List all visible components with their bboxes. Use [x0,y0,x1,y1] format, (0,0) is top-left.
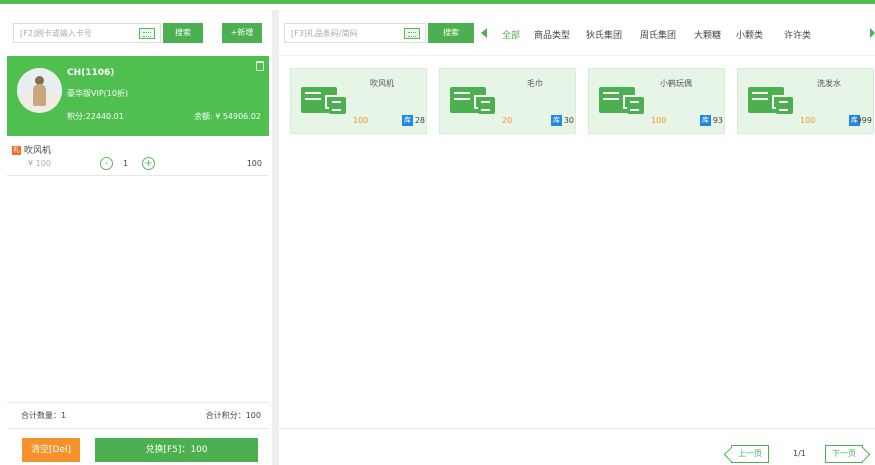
category-tab[interactable]: 商品类型 [534,28,570,41]
category-tab[interactable]: 大颗糖 [694,28,721,41]
gift-card-icon [329,97,346,114]
product-card[interactable]: 洗发水 100 库 999 [737,68,874,134]
product-points: 20 [502,116,513,125]
divider [7,175,269,176]
card-number-placeholder: [F2]刷卡或输入卡号 [20,29,92,38]
top-accent-bar [0,0,875,4]
divider [279,55,875,56]
product-name: 小鹤玩偶 [660,79,692,88]
product-points: 100 [800,116,816,125]
total-points: 合计积分：100 [205,411,261,420]
gift-icon: 礼 [12,146,21,155]
gift-panel: [F3]礼品条码/简码 搜索 全部 商品类型 狄氏集团 周氏集团 大颗糖 小颗类… [279,10,875,465]
cart-item-total: 100 [246,159,262,168]
product-name: 洗发水 [817,79,841,88]
product-card[interactable]: 毛巾 20 库 30 [439,68,576,134]
category-prev-icon[interactable] [481,28,487,38]
product-points: 100 [353,116,369,125]
panel-divider [272,10,279,465]
member-balance: 余额: ¥ 54906.02 [193,112,261,121]
product-stock: 28 [414,116,425,125]
delete-icon[interactable] [256,61,264,71]
qty-value: 1 [123,159,129,168]
card-number-input[interactable]: [F2]刷卡或输入卡号 [13,23,161,43]
page-indicator: 1/1 [793,449,806,458]
category-tab[interactable]: 小颗类 [736,28,763,41]
product-stock: 999 [856,116,872,125]
gift-search-button[interactable]: 搜索 [428,23,474,43]
divider [7,428,269,429]
product-name: 吹风机 [370,79,394,88]
category-tab[interactable]: 周氏集团 [640,28,676,41]
member-level: 豪华版VIP(10折) [67,89,129,98]
clear-button[interactable]: 清空[Del] [22,438,80,462]
product-card[interactable]: 吹风机 100 库 28 [290,68,427,134]
add-member-button[interactable]: +新增 [222,23,262,43]
gift-code-input[interactable]: [F3]礼品条码/简码 [284,23,426,43]
member-search-row: [F2]刷卡或输入卡号 搜索 +新增 [7,10,269,50]
category-tab[interactable]: 许许类 [784,28,811,41]
qty-minus-button[interactable]: - [100,157,113,170]
category-tab[interactable]: 狄氏集团 [586,28,622,41]
keyboard-icon[interactable] [139,28,155,39]
member-panel: [F2]刷卡或输入卡号 搜索 +新增 CH(1106) 豪华版VIP(10折) … [7,10,269,465]
prev-page-button[interactable]: 上一页 [731,445,769,463]
gift-code-placeholder: [F3]礼品条码/简码 [291,29,358,38]
divider [279,428,875,429]
next-page-button[interactable]: 下一页 [825,445,863,463]
member-name: CH(1106) [67,68,115,78]
total-quantity: 合计数量：1 [21,411,67,420]
category-tab-all[interactable]: 全部 [502,28,520,41]
product-stock: 30 [563,116,574,125]
gift-card-icon [627,97,644,114]
category-next-icon[interactable] [870,28,875,38]
avatar [17,68,62,113]
cart-item-row: ¥ 100 - 1 + 100 [7,155,269,173]
product-stock: 93 [712,116,723,125]
stock-badge: 库 [700,115,711,126]
divider [7,402,269,403]
redeem-button[interactable]: 兑换[F5]：100 [95,438,258,462]
stock-badge: 库 [402,115,413,126]
gift-card-icon [478,97,495,114]
qty-plus-button[interactable]: + [142,157,155,170]
product-name: 毛巾 [527,79,543,88]
member-card[interactable]: CH(1106) 豪华版VIP(10折) 积分:22440.01 余额: ¥ 5… [7,56,269,136]
member-points: 积分:22440.01 [67,112,124,121]
member-search-button[interactable]: 搜索 [163,23,203,43]
gift-card-icon [776,97,793,114]
stock-badge: 库 [551,115,562,126]
keyboard-icon[interactable] [404,28,420,39]
product-points: 100 [651,116,667,125]
product-card[interactable]: 小鹤玩偶 100 库 93 [588,68,725,134]
cart-item-price: ¥ 100 [28,159,51,168]
